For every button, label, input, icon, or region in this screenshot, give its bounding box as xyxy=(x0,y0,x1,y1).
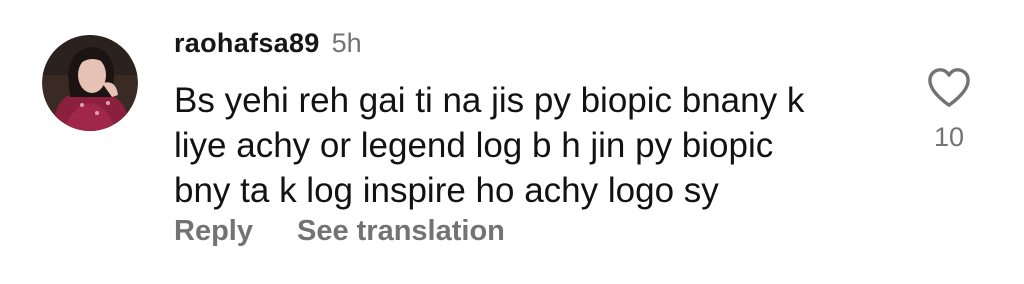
avatar[interactable] xyxy=(42,35,138,131)
comment-text-line: liye achy or legend log b h jin py biopi… xyxy=(174,126,774,165)
comment-text-line: Bs yehi reh gai ti na jis py biopic bnan… xyxy=(174,81,805,120)
like-control: 10 xyxy=(922,66,976,153)
comment-text: Bs yehi reh gai ti na jis py biopic bnan… xyxy=(174,78,894,213)
comment-content: raohafsa89 5h Bs yehi reh gai ti na jis … xyxy=(174,28,894,213)
comment-actions: Reply See translation xyxy=(174,215,505,248)
see-translation-button[interactable]: See translation xyxy=(297,215,505,248)
heart-outline-icon[interactable] xyxy=(926,66,972,108)
reply-button[interactable]: Reply xyxy=(174,215,253,248)
like-count: 10 xyxy=(933,122,965,152)
comment-item: raohafsa89 5h Bs yehi reh gai ti na jis … xyxy=(0,0,1024,284)
comment-meta: raohafsa89 5h xyxy=(174,28,894,64)
username-link[interactable]: raohafsa89 xyxy=(174,28,320,59)
comment-timestamp: 5h xyxy=(331,28,362,58)
avatar-image xyxy=(42,35,138,131)
comment-text-line: bny ta k log inspire ho achy logo sy xyxy=(174,171,719,210)
